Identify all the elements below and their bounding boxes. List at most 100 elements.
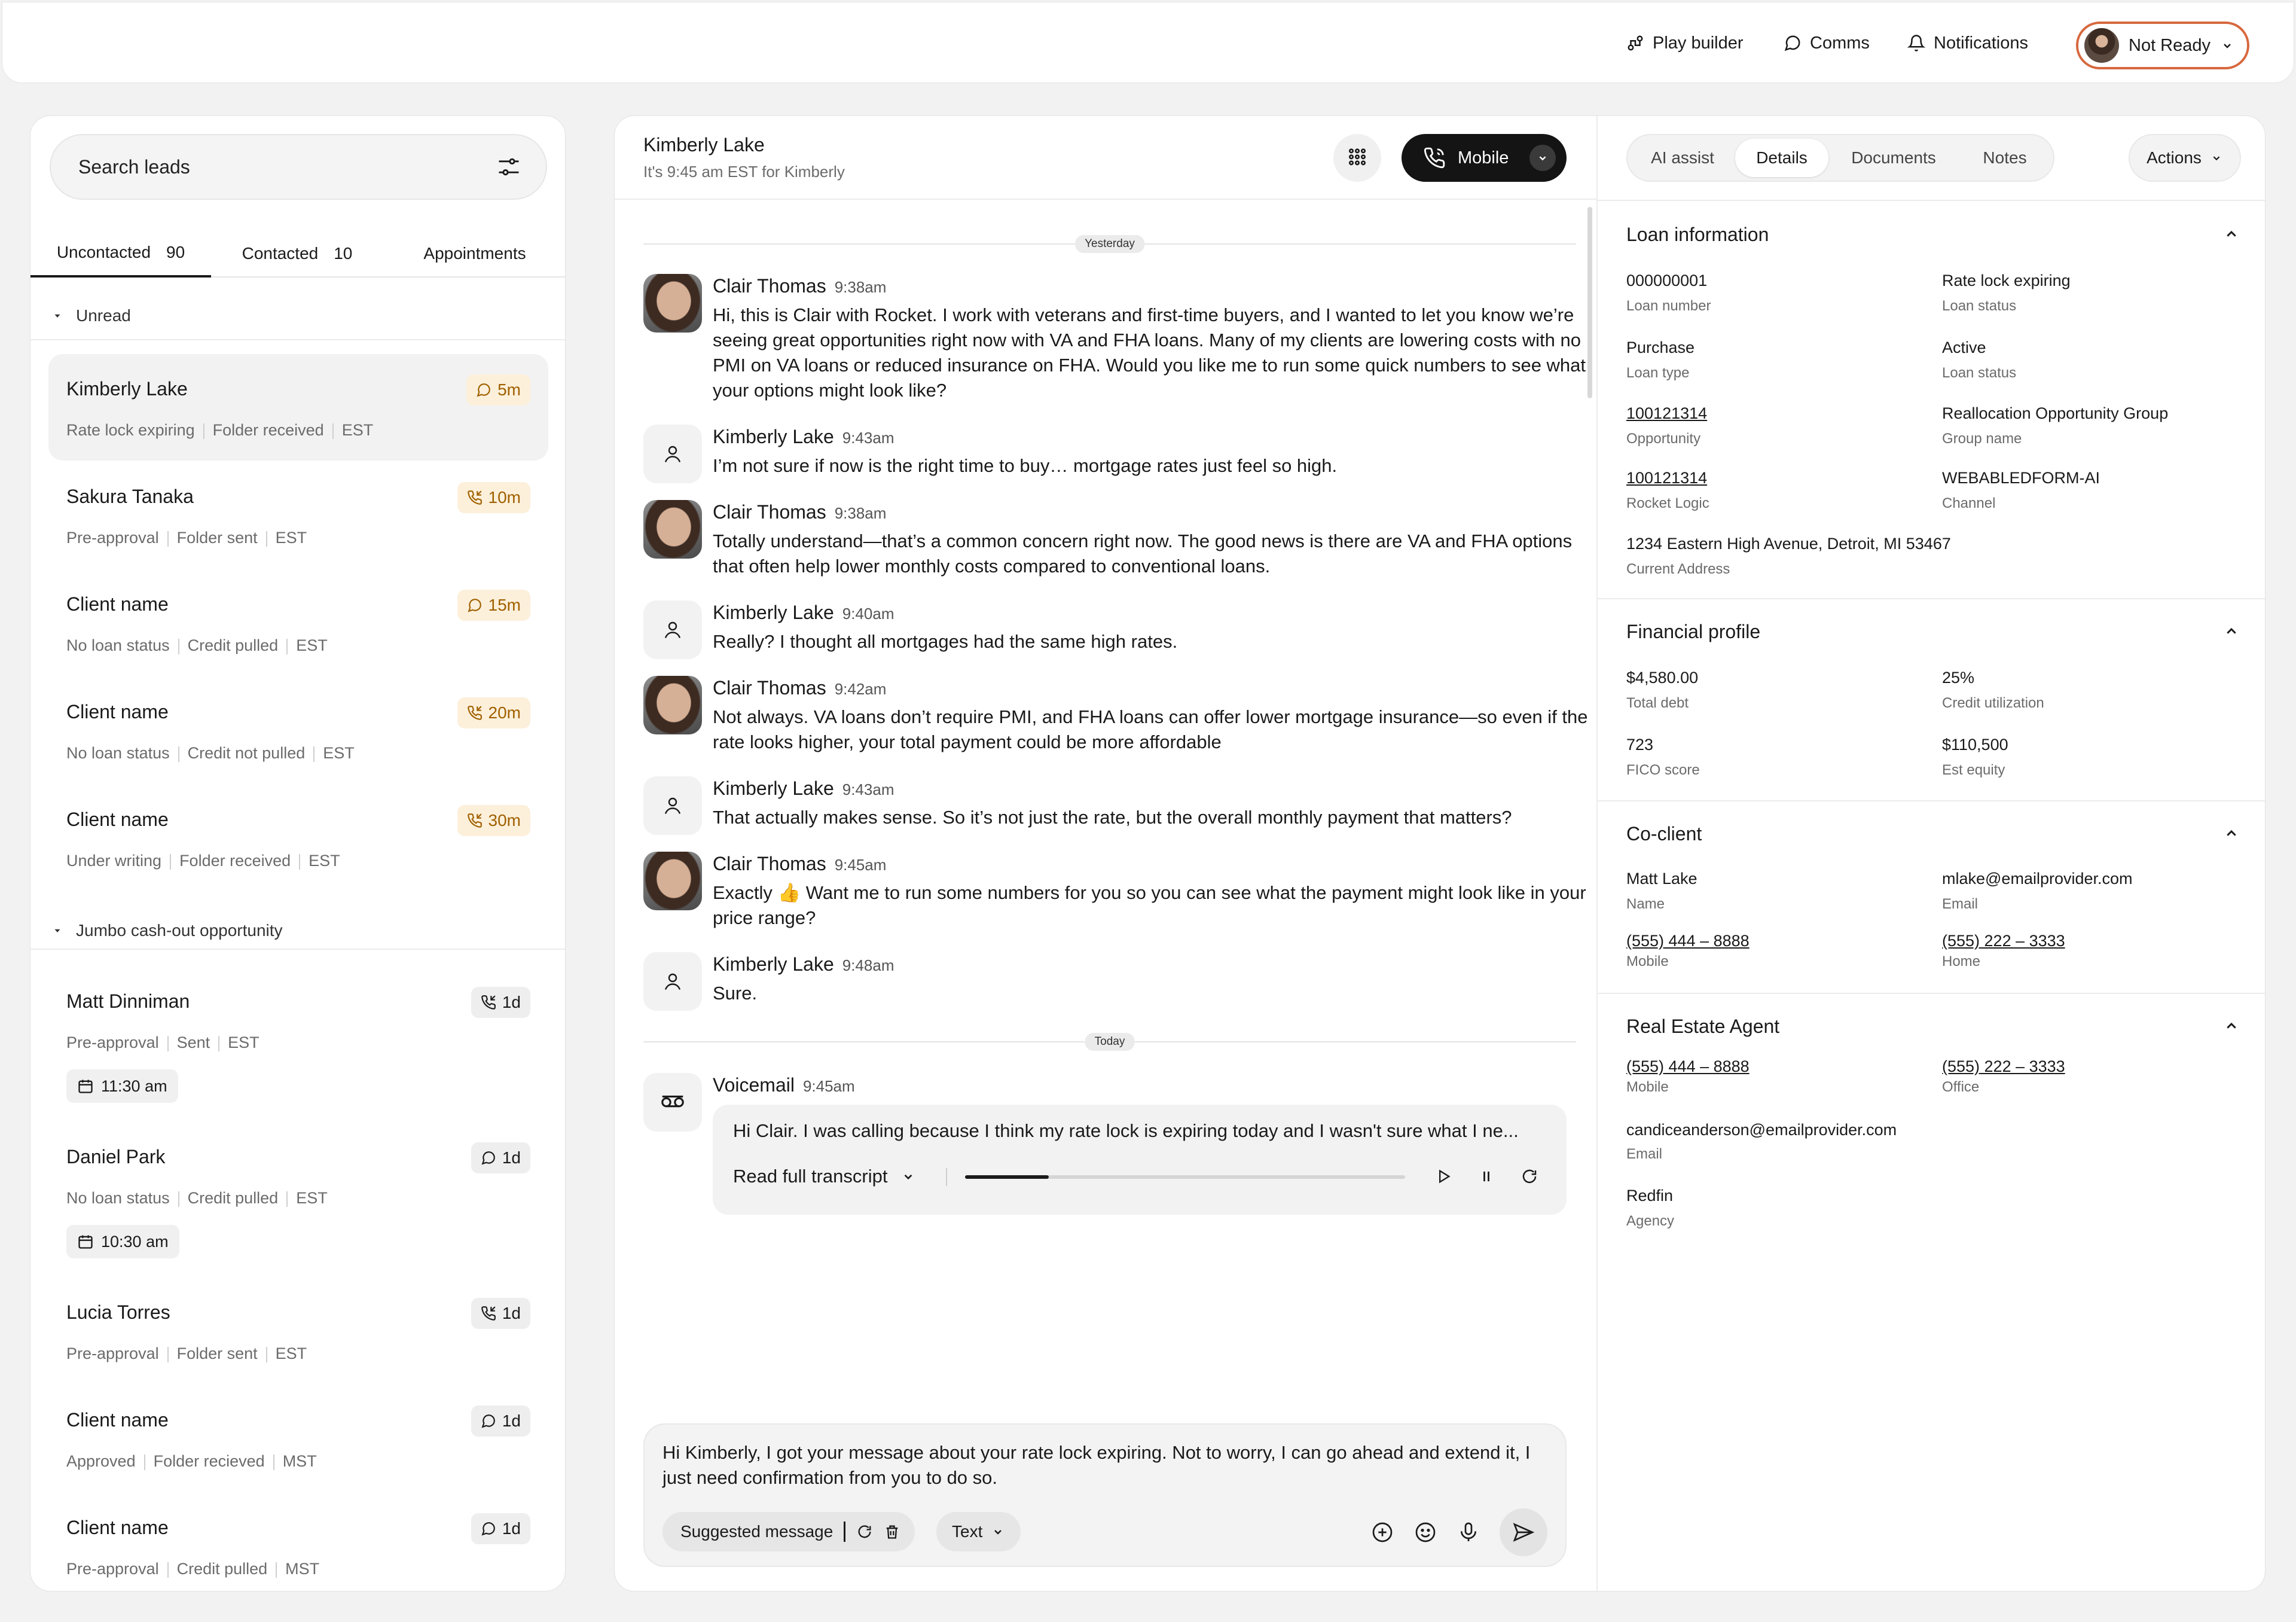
lead-item[interactable]: Matt Dinniman 1d Pre-approval Sent EST 11:… [48, 965, 548, 1120]
lead-item[interactable]: Lucia Torres 1d Pre-approval Folder sent E… [48, 1276, 548, 1383]
phone-call-icon [1423, 147, 1446, 169]
status-label: Not Ready [2129, 35, 2211, 55]
field-label: Current Address [1626, 561, 1730, 577]
badge-text: 1d [502, 1304, 521, 1322]
add-attachment-button[interactable] [1370, 1520, 1394, 1544]
meta-item: EST [309, 852, 340, 870]
appointment-time: 10:30 am [101, 1232, 169, 1251]
send-button[interactable] [1500, 1508, 1547, 1556]
agent-status-dropdown[interactable]: Not Ready [2076, 22, 2249, 69]
avatar [643, 676, 702, 734]
lead-item[interactable]: Client name 30m Under writing Folder rece… [48, 785, 548, 891]
message-icon [476, 382, 491, 398]
refresh-icon[interactable] [856, 1523, 873, 1540]
opportunity-link[interactable]: 100121314 [1626, 404, 1707, 423]
status-badge: 1d [471, 987, 530, 1018]
comms-link[interactable]: Comms [1784, 2, 1870, 84]
read-transcript-toggle[interactable]: Read full transcript [733, 1166, 916, 1187]
message-header: Kimberly Lake 9:43am [713, 778, 894, 800]
search-input[interactable] [78, 156, 437, 178]
date-label: Today [1085, 1033, 1135, 1051]
filter-icon[interactable] [496, 154, 522, 180]
tab-count: 90 [166, 243, 185, 261]
actions-dropdown[interactable]: Actions [2129, 134, 2241, 182]
lead-item[interactable]: Client name 15m No loan status Credit pul… [48, 569, 548, 676]
message-icon [467, 597, 483, 613]
audio-progress-bar[interactable] [965, 1175, 1405, 1179]
rocket-logic-link[interactable]: 100121314 [1626, 469, 1707, 487]
suggested-message-chip[interactable]: Suggested message [662, 1512, 915, 1551]
field-label: Email [1942, 896, 1979, 912]
composer-input[interactable]: Hi Kimberly, I got your message about yo… [662, 1440, 1547, 1490]
lead-item[interactable]: Kimberly Lake 5m Rate lock expiring Folde… [48, 354, 548, 461]
appointment-chip[interactable]: 10:30 am [66, 1225, 179, 1258]
tab-uncontacted[interactable]: Uncontacted 90 [30, 230, 211, 278]
coclient-name-value: Matt Lake [1626, 870, 1697, 888]
channel-select[interactable]: Text [936, 1512, 1021, 1551]
field-label: Office [1942, 1079, 1980, 1095]
field-label: Loan number [1626, 298, 1711, 314]
replay-button[interactable] [1515, 1162, 1544, 1191]
search-leads-box[interactable] [50, 134, 547, 200]
divider [1598, 800, 2265, 801]
tab-notes[interactable]: Notes [1959, 139, 2051, 177]
status-badge: 1d [471, 1142, 530, 1173]
tab-label: Contacted [242, 244, 319, 263]
message-text: I’m not sure if now is the right time to… [713, 455, 1338, 476]
badge-text: 5m [497, 380, 521, 399]
field-label: FICO score [1626, 762, 1700, 778]
badge-text: 10m [488, 488, 521, 507]
emoji-button[interactable] [1413, 1520, 1437, 1544]
lead-meta: No loan status Credit pulled EST [66, 636, 328, 655]
chevron-up-icon[interactable] [2222, 824, 2241, 843]
credit-utilization-value: 25% [1942, 669, 1975, 687]
dialpad-button[interactable] [1333, 134, 1381, 182]
trash-icon[interactable] [884, 1523, 900, 1540]
voice-input-button[interactable] [1457, 1520, 1480, 1544]
appointment-chip[interactable]: 11:30 am [66, 1069, 178, 1103]
chevron-up-icon[interactable] [2222, 1017, 2241, 1036]
agent-mobile-link[interactable]: (555) 444 – 8888 [1626, 1057, 1750, 1076]
lead-item[interactable]: Client name 1d Approved Folder recieved MS… [48, 1384, 548, 1490]
agent-office-link[interactable]: (555) 222 – 3333 [1942, 1057, 2065, 1076]
section-unread[interactable]: Unread [52, 304, 131, 328]
lead-item[interactable]: Daniel Park 1d No loan status Credit pull… [48, 1121, 548, 1275]
sender-name: Clair Thomas [713, 501, 826, 523]
chevron-down-icon[interactable] [1529, 145, 1556, 171]
phone-incoming-icon [467, 705, 483, 721]
coclient-mobile-link[interactable]: (555) 444 – 8888 [1626, 932, 1750, 950]
tab-details[interactable]: Details [1735, 139, 1828, 177]
message: Kimberly Lake 9:43am I’m not sure if now … [643, 425, 1588, 484]
tab-contacted[interactable]: Contacted 10 [211, 230, 383, 278]
play-builder-icon [1626, 34, 1644, 52]
caret-down-icon [52, 310, 63, 321]
badge-text: 15m [488, 596, 521, 614]
meta-item: MST [282, 1452, 317, 1470]
lead-item[interactable]: Sakura Tanaka 10m Pre-approval Folder sen… [48, 462, 548, 568]
section-jumbo[interactable]: Jumbo cash-out opportunity [52, 919, 283, 943]
notifications-label: Notifications [1934, 33, 2028, 53]
coclient-home-link[interactable]: (555) 222 – 3333 [1942, 932, 2065, 950]
play-button[interactable] [1429, 1162, 1458, 1191]
notifications-link[interactable]: Notifications [1907, 2, 2028, 84]
pause-button[interactable] [1472, 1162, 1501, 1191]
tab-documents[interactable]: Documents [1830, 139, 1958, 177]
tab-appointments[interactable]: Appointments [383, 230, 565, 278]
pause-icon [1478, 1168, 1495, 1185]
loan-number-value: 000000001 [1626, 272, 1708, 289]
meta-item: Pre-approval [66, 1560, 159, 1578]
channel-label: Text [952, 1522, 983, 1541]
sender-name: Kimberly Lake [713, 602, 834, 623]
call-mobile-button[interactable]: Mobile [1402, 134, 1567, 182]
lead-item[interactable]: Client name 20m No loan status Credit not… [48, 677, 548, 783]
chevron-up-icon[interactable] [2222, 622, 2241, 641]
lead-item[interactable]: Client name 1d Pre-approval Credit pulled… [48, 1492, 548, 1591]
avatar [643, 852, 702, 910]
lead-meta: Pre-approval Folder sent EST [66, 1344, 307, 1363]
play-builder-link[interactable]: Play builder [1626, 2, 1744, 84]
chevron-up-icon[interactable] [2222, 225, 2241, 244]
message-composer[interactable]: Hi Kimberly, I got your message about yo… [643, 1423, 1567, 1567]
tab-ai-assist[interactable]: AI assist [1631, 139, 1734, 177]
message-header: Clair Thomas 9:45am [713, 853, 886, 875]
voicemail-preview: Hi Clair. I was calling because I think … [733, 1120, 1519, 1141]
